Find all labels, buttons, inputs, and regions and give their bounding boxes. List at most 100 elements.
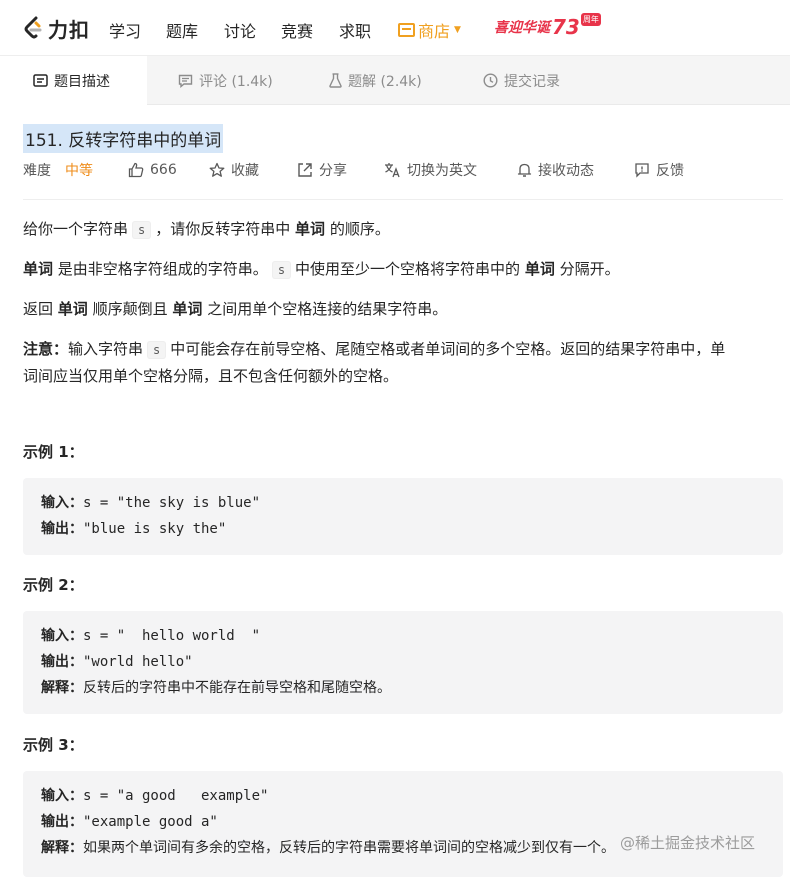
chevron-down-icon: ▼: [454, 25, 461, 35]
text: ，请你反转字符串中: [155, 220, 291, 238]
tab-comments[interactable]: 评论 (1.4k): [178, 56, 273, 105]
top-navbar: 力扣 学习 题库 讨论 竞赛 求职 商店 ▼ 喜迎华诞 73 周年: [0, 0, 790, 56]
example-2-explanation: 解释：反转后的字符串中不能存在前导空格和尾随空格。: [41, 675, 765, 701]
example-3-input: 输入：s = "a good example": [41, 783, 765, 809]
text: 返回: [23, 300, 54, 318]
problem-title: 151. 反转字符串中的单词: [23, 124, 224, 153]
leetcode-logo-icon: [24, 16, 42, 39]
description-paragraph-1: 给你一个字符串 s ，请你反转字符串中 单词 的顺序。: [23, 216, 783, 243]
nav-shop-label: 商店: [418, 22, 451, 41]
translate-icon: [385, 163, 400, 178]
star-icon: [209, 162, 225, 177]
problem-meta-bar: 难度 中等 666 收藏 分享 切换为英文 接收动态 反馈: [23, 160, 783, 180]
feedback-button[interactable]: 反馈: [634, 160, 684, 180]
input-label: 输入：: [41, 788, 83, 804]
example-1-box: 输入：s = "the sky is blue" 输出："blue is sky…: [23, 478, 783, 555]
subscribe-label: 接收动态: [538, 163, 594, 179]
inline-code: s: [271, 261, 292, 279]
output-label: 输出：: [41, 521, 83, 537]
switch-language-button[interactable]: 切换为英文: [384, 160, 477, 180]
description-paragraph-2: 单词 是由非空格字符组成的字符串。 s 中使用至少一个空格将字符串中的 单词 分隔开…: [23, 256, 783, 283]
promo-number: 73: [552, 15, 580, 39]
example-1-output: 输出："blue is sky the": [41, 516, 765, 542]
output-value: "blue is sky the": [83, 521, 227, 537]
clock-icon: [483, 73, 498, 88]
output-value: "example good a": [83, 814, 218, 830]
watermark: @稀土掘金技术社区: [620, 834, 756, 852]
tab-submissions[interactable]: 提交记录: [483, 56, 560, 105]
collect-button[interactable]: 收藏: [209, 160, 259, 180]
bold-text: 单词: [524, 260, 555, 278]
explain-value: 反转后的字符串中不能存在前导空格和尾随空格。: [83, 680, 391, 696]
inline-code: s: [147, 341, 167, 359]
output-label: 输出：: [41, 654, 83, 670]
nav-problemset[interactable]: 题库: [166, 18, 198, 42]
leetcode-logo[interactable]: 力扣: [22, 13, 90, 43]
text: 词间应当仅用单个空格分隔，且不包含任何额外的空格。: [23, 367, 399, 385]
text: 给你一个字符串: [23, 220, 129, 238]
description-note: 注意：输入字符串 s 中可能会存在前导空格、尾随空格或者单词间的多个空格。返回的结果…: [23, 336, 783, 389]
example-2-input: 输入：s = " hello world ": [41, 623, 765, 649]
difficulty-label: 难度: [23, 163, 51, 179]
promo-text: 喜迎华诞: [494, 20, 550, 36]
nav-learn[interactable]: 学习: [109, 18, 141, 42]
problem-tabs: 题目描述 评论 (1.4k) 题解 (2.4k) 提交记录: [0, 56, 790, 105]
text: 分隔开。: [559, 260, 620, 278]
input-value: s = "a good example": [83, 788, 269, 804]
meta-divider: [23, 199, 783, 200]
difficulty: 难度 中等: [23, 160, 93, 180]
logo-text: 力扣: [48, 17, 90, 42]
example-3-box: 输入：s = "a good example" 输出："example good…: [23, 771, 783, 877]
input-label: 输入：: [41, 495, 83, 511]
bell-icon: [517, 163, 532, 177]
feedback-icon: [635, 163, 649, 178]
flask-icon: [329, 73, 342, 88]
text: 是由非空格字符组成的字符串。: [57, 260, 268, 278]
description-icon: [33, 74, 48, 87]
bold-text: 单词: [23, 260, 54, 278]
example-1-input: 输入：s = "the sky is blue": [41, 490, 765, 516]
example-2-output: 输出："world hello": [41, 649, 765, 675]
share-button[interactable]: 分享: [297, 160, 347, 180]
bold-text: 单词: [172, 300, 203, 318]
input-value: s = " hello world ": [83, 628, 261, 644]
comment-icon: [178, 74, 193, 88]
bold-text: 单词: [295, 220, 326, 238]
nav-jobs[interactable]: 求职: [339, 18, 371, 42]
collect-label: 收藏: [231, 163, 259, 179]
input-value: s = "the sky is blue": [83, 495, 261, 511]
text: 输入字符串: [68, 340, 144, 358]
like-count: 666: [150, 162, 177, 178]
bold-text: 单词: [57, 300, 88, 318]
tab-description-label: 题目描述: [54, 73, 110, 90]
nav-shop[interactable]: 商店 ▼: [398, 18, 461, 42]
text: 顺序颠倒且: [92, 300, 168, 318]
explain-label: 解释：: [41, 680, 83, 696]
tab-solutions[interactable]: 题解 (2.4k): [329, 56, 422, 105]
tab-comments-label: 评论 (1.4k): [199, 73, 273, 90]
note-label: 注意：: [23, 340, 69, 358]
nav-contest[interactable]: 竞赛: [281, 18, 313, 42]
nav-discuss[interactable]: 讨论: [224, 18, 256, 42]
promo-banner[interactable]: 喜迎华诞 73 周年: [494, 12, 601, 39]
tab-solutions-label: 题解 (2.4k): [348, 73, 422, 90]
difficulty-value: 中等: [65, 163, 93, 179]
tab-submissions-label: 提交记录: [504, 73, 560, 90]
shop-icon: [398, 23, 415, 37]
subscribe-button[interactable]: 接收动态: [517, 160, 594, 180]
description-paragraph-3: 返回 单词 顺序颠倒且 单词 之间用单个空格连接的结果字符串。: [23, 296, 783, 322]
text: 中可能会存在前导空格、尾随空格或者单词间的多个空格。返回的结果字符串中，单: [170, 340, 726, 358]
like-button[interactable]: 666: [128, 160, 177, 180]
share-icon: [298, 163, 312, 177]
promo-badge: 周年: [580, 12, 601, 26]
explain-value: 如果两个单词间有多余的空格，反转后的字符串需要将单词间的空格减少到仅有一个。: [83, 840, 615, 856]
tab-description[interactable]: 题目描述: [0, 56, 147, 105]
example-2-title: 示例 2：: [23, 576, 84, 594]
example-3-title: 示例 3：: [23, 736, 84, 754]
thumbs-up-icon: [128, 162, 144, 178]
text: 的顺序。: [329, 220, 390, 238]
example-2-box: 输入：s = " hello world " 输出："world hello" …: [23, 611, 783, 714]
output-value: "world hello": [83, 654, 193, 670]
feedback-label: 反馈: [656, 163, 684, 179]
explain-label: 解释：: [41, 840, 83, 856]
